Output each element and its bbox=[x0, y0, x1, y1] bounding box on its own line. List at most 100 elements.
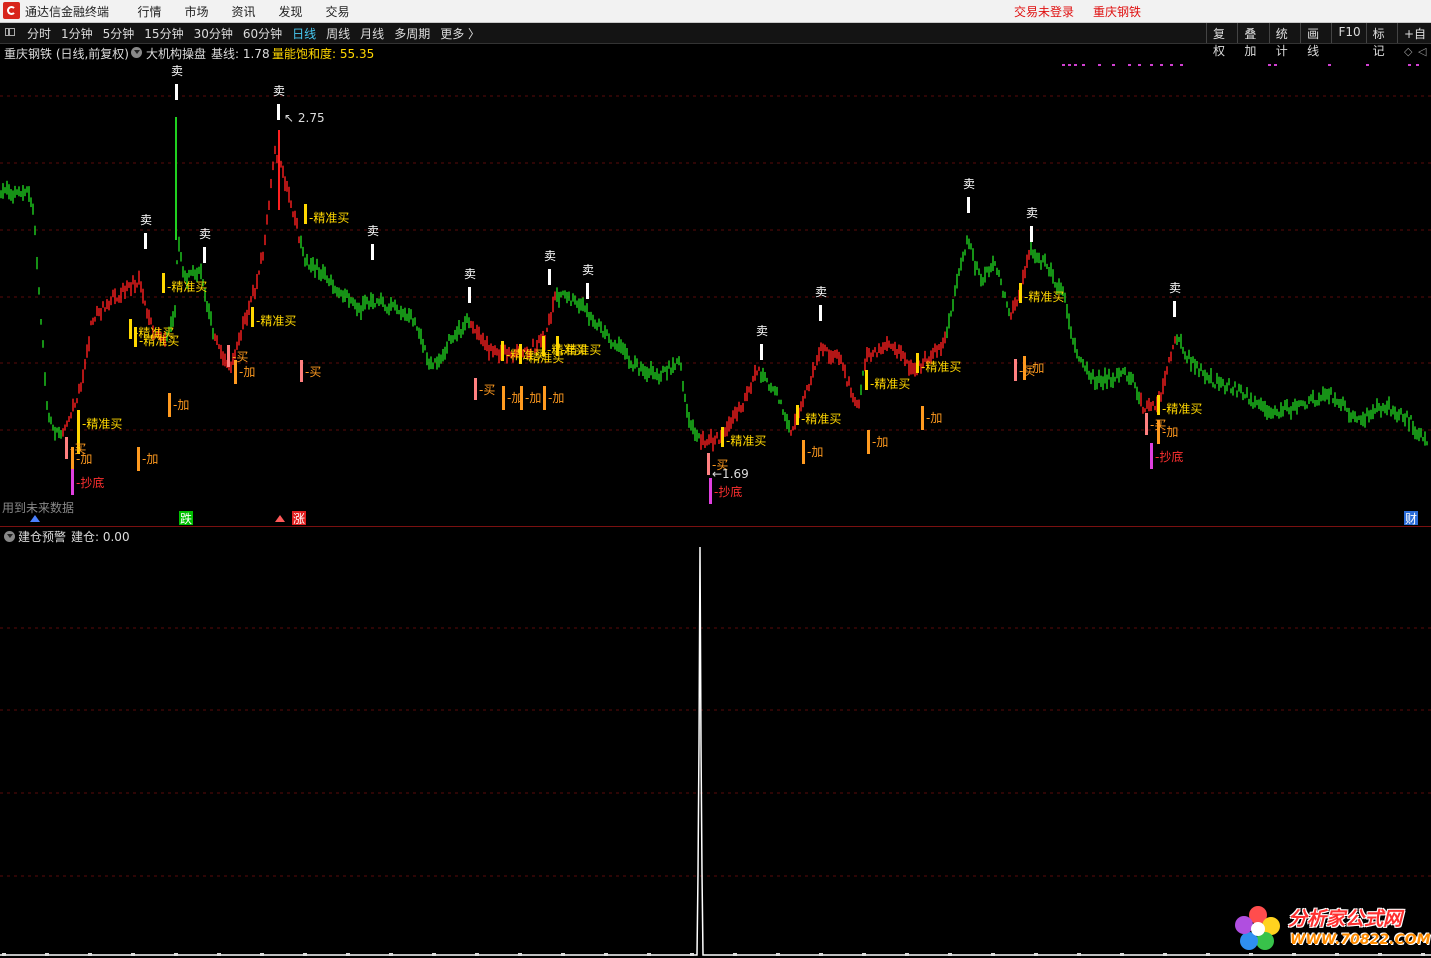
period-tab-monthly[interactable]: 月线 bbox=[355, 25, 389, 42]
precise-buy-label: -精准买 bbox=[167, 280, 207, 294]
period-tab-5min[interactable]: 5分钟 bbox=[98, 25, 140, 42]
period-tab-timeshare[interactable]: 分时 bbox=[22, 25, 56, 42]
sell-signal-label: 卖 bbox=[140, 213, 152, 227]
sell-signal-bar bbox=[819, 305, 822, 321]
add-bar bbox=[502, 386, 505, 410]
base-line-value: 基线: 1.78 bbox=[211, 47, 270, 61]
trade-login-status[interactable]: 交易未登录 bbox=[1014, 3, 1074, 20]
event-arrow-icon bbox=[275, 515, 285, 522]
add-bar bbox=[168, 393, 171, 417]
baseline-tick bbox=[432, 953, 436, 956]
period-tab-15min[interactable]: 15分钟 bbox=[139, 25, 188, 42]
menu-item-news[interactable]: 资讯 bbox=[220, 3, 267, 20]
main-chart-info: 重庆钢铁 (日线,前复权) 大机构操盘 基线: 1.78 量能饱和度: 55.3… bbox=[0, 45, 1431, 61]
pane-divider[interactable] bbox=[0, 526, 1431, 527]
add-label: -加 bbox=[807, 445, 823, 459]
sub-indicator-value: 建仓: 0.00 bbox=[71, 530, 130, 544]
sub-indicator-dropdown-icon[interactable] bbox=[4, 531, 15, 542]
signal-tick bbox=[1074, 64, 1077, 66]
period-tab-1min[interactable]: 1分钟 bbox=[56, 25, 98, 42]
f10-button[interactable]: F10 bbox=[1331, 23, 1365, 43]
collapse-arrow-icon[interactable]: ◁ bbox=[1418, 45, 1426, 58]
draw-line-button[interactable]: 画线 bbox=[1300, 23, 1331, 58]
menu-item-discover[interactable]: 发现 bbox=[267, 3, 314, 20]
period-tabs: 分时 1分钟 5分钟 15分钟 30分钟 60分钟 日线 周线 月线 多周期 更… bbox=[22, 25, 485, 42]
precise-buy-bar bbox=[304, 204, 307, 224]
buy-label: -买 bbox=[1019, 364, 1035, 378]
current-stock-name: 重庆钢铁 bbox=[1093, 5, 1142, 19]
add-label: -加 bbox=[525, 391, 541, 405]
baseline-tick bbox=[2, 953, 6, 956]
overlay-button[interactable]: 叠加 bbox=[1237, 23, 1268, 58]
period-tab-30min[interactable]: 30分钟 bbox=[189, 25, 238, 42]
precise-buy-label: -精准买 bbox=[801, 412, 841, 426]
sell-signal-label: 卖 bbox=[963, 177, 975, 191]
signal-tick bbox=[1170, 64, 1173, 66]
restore-rights-button[interactable]: 复权 bbox=[1206, 23, 1237, 58]
baseline-tick bbox=[647, 953, 651, 956]
baseline-tick bbox=[819, 953, 823, 956]
precise-buy-label: -精准买 bbox=[870, 377, 910, 391]
kline-chart[interactable]: 卖卖卖卖 卖卖卖卖卖卖卖卖卖-精准买-精准买-精准买-精准买-精准买-精准买-精准… bbox=[0, 61, 1431, 526]
statistics-button[interactable]: 统计 bbox=[1268, 23, 1300, 58]
baseline-tick bbox=[475, 953, 479, 956]
baseline-tick bbox=[733, 953, 737, 956]
sell-signal-bar bbox=[277, 104, 280, 120]
period-tab-weekly[interactable]: 周线 bbox=[321, 25, 355, 42]
menu-item-market[interactable]: 市场 bbox=[173, 3, 220, 20]
period-tab-more[interactable]: 更多 〉 bbox=[435, 25, 485, 42]
add-self-button[interactable]: +自 bbox=[1396, 23, 1431, 43]
indicator-name[interactable]: 大机构操盘 bbox=[146, 45, 206, 62]
signal-tick bbox=[1138, 64, 1141, 66]
sell-signal-bar bbox=[1173, 301, 1176, 317]
baseline-tick bbox=[690, 953, 694, 956]
sub-indicator-name[interactable]: 建仓预警 bbox=[18, 528, 66, 545]
bottom-bar bbox=[1150, 443, 1153, 469]
period-tab-multi[interactable]: 多周期 bbox=[389, 25, 435, 42]
buy-label: -买 bbox=[479, 383, 495, 397]
watermark-title: 分析家公式网 bbox=[1288, 908, 1403, 930]
baseline-tick bbox=[1163, 953, 1167, 956]
chart-tools: 复权 叠加 统计 画线 F10 标记 +自 bbox=[1206, 23, 1431, 58]
signal-tick bbox=[1416, 64, 1419, 66]
bottom-label: -抄底 bbox=[1155, 449, 1183, 464]
buy-label: -买 bbox=[70, 442, 86, 456]
sell-signal-label: 卖 bbox=[582, 263, 594, 277]
sell-signal-label: 卖 bbox=[544, 249, 556, 263]
period-tab-daily[interactable]: 日线 bbox=[287, 25, 321, 42]
mark-button[interactable]: 标记 bbox=[1365, 23, 1397, 58]
precise-buy-bar bbox=[501, 341, 504, 361]
panel-toggle-icon[interactable] bbox=[5, 28, 15, 36]
add-label: -加 bbox=[173, 398, 189, 412]
menu-item-trade[interactable]: 交易 bbox=[314, 3, 361, 20]
precise-buy-label: -精准买 bbox=[1162, 402, 1202, 416]
bottom-bar bbox=[709, 478, 712, 504]
build-position-chart[interactable] bbox=[0, 544, 1431, 958]
baseline-tick bbox=[217, 953, 221, 956]
sell-signal-bar bbox=[468, 287, 471, 303]
period-tab-60min[interactable]: 60分钟 bbox=[238, 25, 287, 42]
precise-buy-bar bbox=[556, 336, 559, 356]
menu-item-quotes[interactable]: 行情 bbox=[126, 3, 173, 20]
future-data-note: 用到未来数据 bbox=[2, 501, 75, 515]
indicator-dropdown-icon[interactable] bbox=[131, 47, 142, 58]
add-label: -加 bbox=[872, 435, 888, 449]
precise-buy-bar bbox=[519, 344, 522, 364]
precise-buy-bar bbox=[134, 327, 137, 347]
sell-signal-bar bbox=[586, 283, 589, 299]
signal-tick bbox=[1128, 64, 1131, 66]
precise-buy-bar bbox=[721, 427, 724, 447]
app-name: 通达信金融终端 bbox=[25, 5, 110, 19]
precise-buy-bar bbox=[1019, 283, 1022, 303]
buy-bar bbox=[227, 345, 230, 367]
baseline-tick bbox=[45, 953, 49, 956]
sell-signal-label: 卖 bbox=[367, 224, 379, 238]
baseline-tick bbox=[131, 953, 135, 956]
sell-signal-bar bbox=[967, 197, 970, 213]
diamond-icon[interactable]: ◇ bbox=[1404, 45, 1412, 58]
baseline-tick bbox=[1077, 953, 1081, 956]
add-bar bbox=[802, 440, 805, 464]
baseline-tick bbox=[174, 953, 178, 956]
signal-tick bbox=[1274, 64, 1277, 66]
event-tag-label: 涨 bbox=[293, 511, 305, 526]
